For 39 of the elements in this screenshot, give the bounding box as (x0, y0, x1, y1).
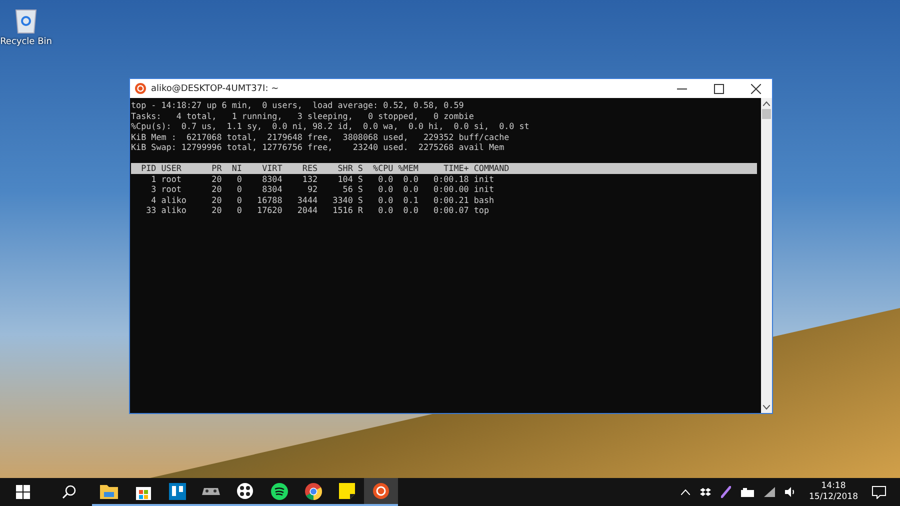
volume-icon[interactable] (785, 487, 796, 497)
clock-time[interactable]: 14:18 (821, 481, 846, 492)
chrome-icon (304, 482, 322, 500)
terminal-line: top - 14:18:27 up 6 min, 0 users, load average: 0.52, 0.58, 0.59 (131, 100, 465, 110)
process-row-text: 33 aliko 20 0 17620 2044 1516 R 0.0 0.0 0:00.07 top (145, 205, 490, 216)
gamepad-icon (202, 485, 220, 497)
terminal-line: Tasks: 4 total, 1 running, 3 sleeping, 0 stopped, 0 zombie (131, 110, 475, 121)
chevron-up-icon[interactable] (681, 489, 690, 495)
terminal-line: %Cpu(s): 0.7 us, 1.1 sy, 0.0 ni, 98.2 id, 0.0 wa, 0.0 hi, 0.0 si, 0.0 st (131, 121, 530, 132)
folder-icon (100, 483, 118, 499)
scrollbar-thumb[interactable] (762, 109, 771, 119)
dropbox-icon[interactable] (700, 488, 711, 496)
sticky-note-icon (339, 483, 355, 499)
clock-date[interactable]: 15/12/2018 (809, 492, 858, 503)
notification-icon[interactable] (872, 486, 886, 498)
windows-start-icon[interactable] (16, 485, 30, 499)
ubuntu-logo-icon (135, 83, 146, 94)
clock[interactable]: 14:18 15/12/2018 (809, 481, 858, 503)
scroll-down-icon[interactable] (763, 405, 770, 410)
desktop-icon-label[interactable]: Recycle Bin (0, 37, 52, 47)
scrollbar[interactable] (761, 98, 772, 413)
search-icon[interactable] (62, 485, 76, 499)
scroll-up-icon[interactable] (763, 101, 770, 106)
process-row-text: 1 root 20 0 8304 132 104 S 0.0 0.0 0:00.18 init (150, 174, 496, 184)
board-icon (168, 482, 186, 500)
window-title: aliko@DESKTOP-4UMT37I: ~ (151, 84, 279, 94)
spotify-icon (270, 482, 288, 500)
process-row-text: 4 aliko 20 0 16788 3444 3340 S 0.0 0.1 0:00.21 bash (150, 194, 496, 205)
process-row-text: 3 root 20 0 8304 92 56 S 0.0 0.0 0:00.00 init (150, 184, 496, 194)
ubuntu-logo-icon (373, 483, 389, 499)
pen-icon[interactable] (721, 486, 731, 498)
maximize-icon[interactable] (714, 84, 724, 94)
device-icon[interactable] (741, 488, 754, 496)
terminal-line: KiB Mem : 6217068 total, 2179648 free, 3808068 used, 229352 buff/cache (131, 132, 510, 142)
close-icon[interactable] (751, 84, 761, 94)
dots-icon (237, 483, 253, 499)
terminal-line: KiB Swap: 12799996 total, 12776756 free, 23240 used. 2275268 avail Mem (131, 142, 506, 152)
taskbar-app-button[interactable] (364, 478, 398, 506)
process-table-header: PID USER PR NI VIRT RES SHR S %CPU %MEM TIME+ COMMAND (131, 163, 757, 174)
